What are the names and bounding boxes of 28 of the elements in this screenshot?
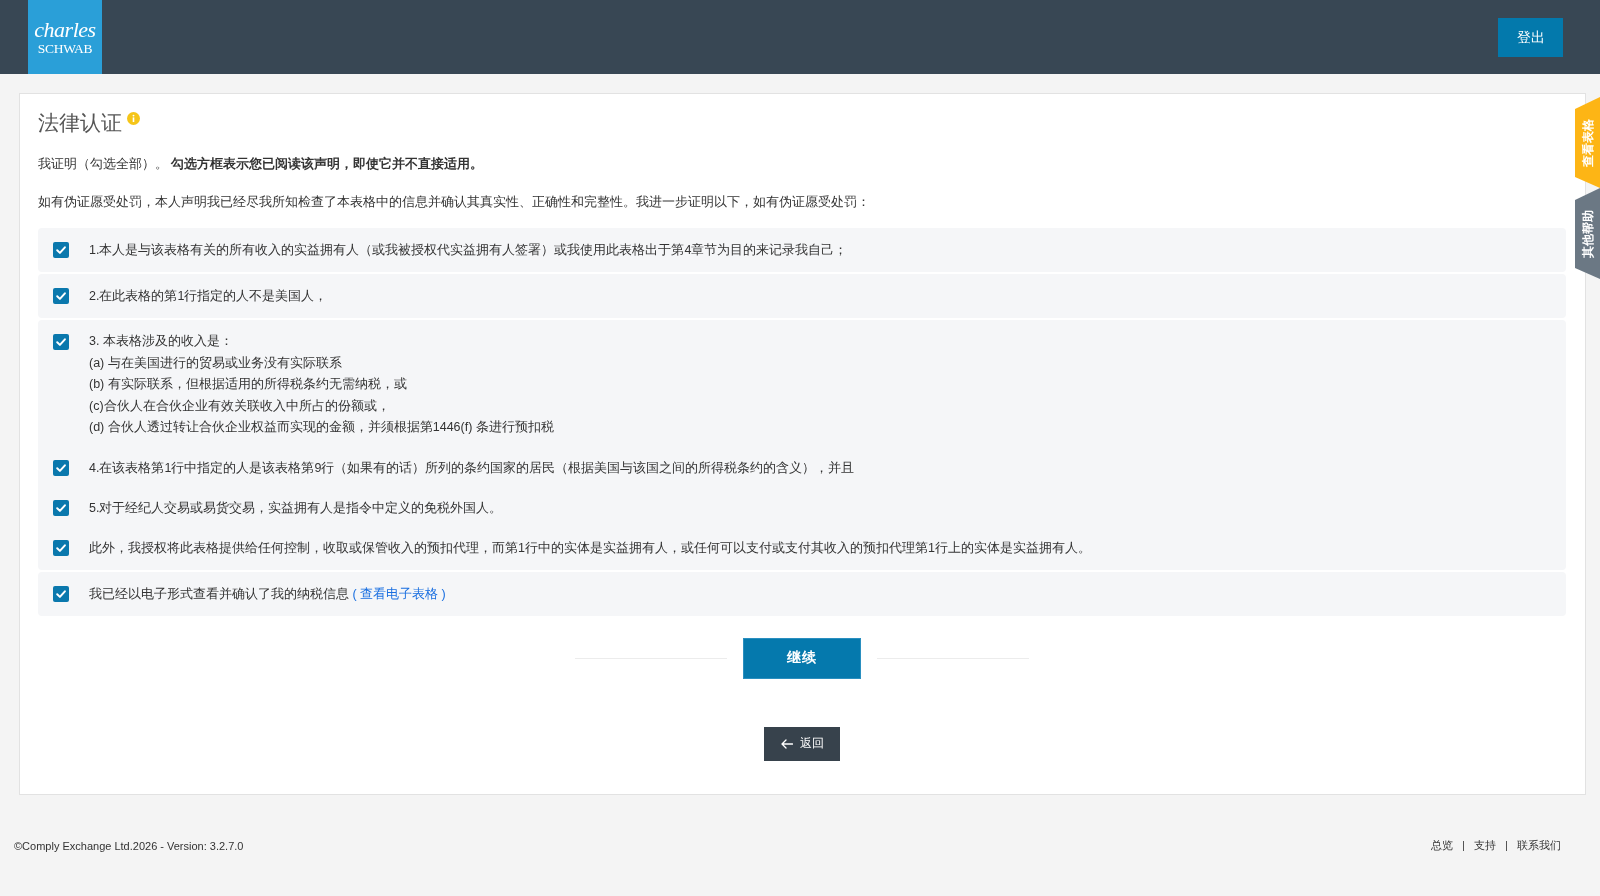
certification-text: 此外，我授权将此表格提供给任何控制，收取或保管收入的预扣代理，而第1行中的实体是实益拥有人，或任何可以支付或支付其收入的预扣代理第1行上的实体是实益拥有人。 <box>89 539 1091 557</box>
logo: charles SCHWAB <box>28 0 102 74</box>
certification-text: 3. 本表格涉及的收入是： (a) 与在美国进行的贸易或业务没有实际联系 (b) 有实际联系，但根据适用的所得税条约无需纳税，或 (c)合伙人在合伙企业有效关联收入中所占的份额或， (d) 合伙人透过转让合伙企业权益而实现的金额，并须根据第1446(f) 条进行预扣税 <box>89 333 554 436</box>
logout-button[interactable]: 登出 <box>1498 18 1563 57</box>
back-button[interactable]: 返回 <box>764 726 840 761</box>
certification-text: 2.在此表格的第1行指定的人不是美国人， <box>89 288 328 305</box>
view-form-link[interactable]: ( 查看电子表格 ) <box>352 586 446 601</box>
certification-text: 1.本人是与该表格有关的所有收入的实益拥有人（或我被授权代实益拥有人签署）或我使用此表格出于第4章节为目的来记录我自己； <box>89 242 848 259</box>
footer-link[interactable]: 支持 <box>1474 838 1496 853</box>
footer-link[interactable]: 联系我们 <box>1517 838 1561 853</box>
checkbox[interactable] <box>53 585 69 602</box>
statement-text: 如有伪证愿受处罚，本人声明我已经尽我所知检查了本表格中的信息并确认其真实性、正确性和完整性。我进一步证明以下，如有伪证愿受处罚： <box>38 194 871 211</box>
certification-text: 我已经以电子形式查看并确认了我的纳税信息 ( 查看电子表格 ) <box>89 585 446 603</box>
continue-button[interactable]: 继续 <box>743 637 861 679</box>
arrow-left-icon <box>780 738 793 749</box>
copyright-text: ©Comply Exchange Ltd.2026 - Version: 3.2.7.0 <box>14 839 244 852</box>
checkbox[interactable] <box>53 242 69 258</box>
checkbox[interactable] <box>53 539 69 556</box>
certification-text: 4.在该表格第1行中指定的人是该表格第9行（如果有的话）所列的条约国家的居民（根据美国与该国之间的所得税条约的含义），并且 <box>89 459 855 477</box>
certification-text: 5.对于经纪人交易或易货交易，实益拥有人是指令中定义的免税外国人。 <box>89 499 503 517</box>
footer-link[interactable]: 总览 <box>1431 838 1453 853</box>
checkbox[interactable] <box>53 288 69 304</box>
side-tab[interactable]: 其他帮助 <box>1575 188 1600 279</box>
checkbox[interactable] <box>53 459 69 476</box>
checkbox[interactable] <box>53 499 69 516</box>
instruction-text: 我证明（勾选全部）。 勾选方框表示您已阅读该声明，即使它并不直接适用。 <box>38 155 485 173</box>
page-title: 法律认证 <box>38 110 122 136</box>
checkbox[interactable] <box>53 334 69 350</box>
